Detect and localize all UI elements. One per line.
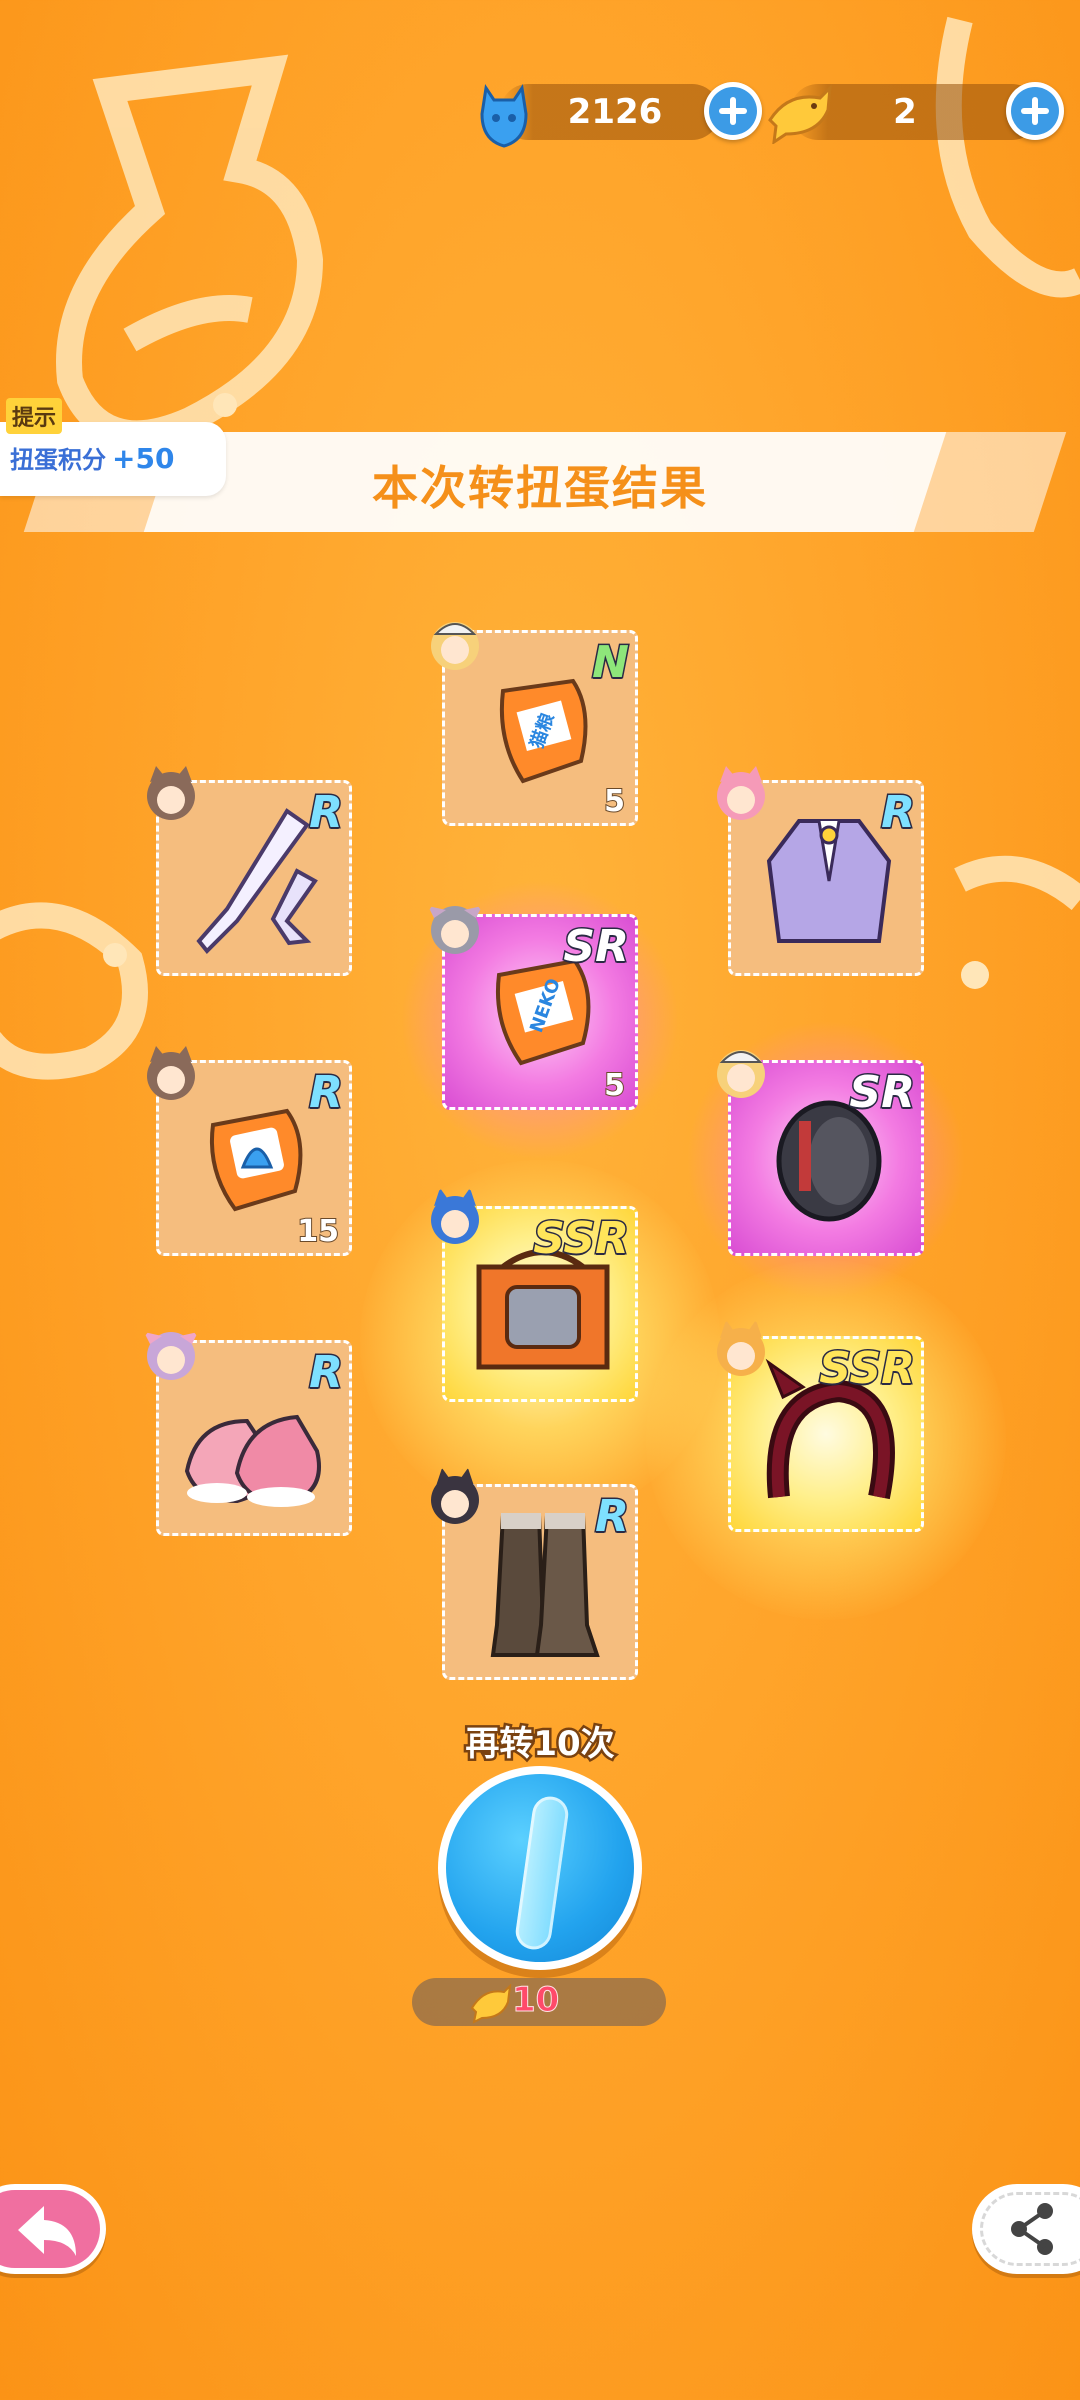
spin-button-face (446, 1774, 634, 1962)
hint-label: 扭蛋积分 (10, 446, 106, 474)
rarity-badge: R (594, 1490, 631, 1544)
rarity-badge: SSR (532, 1212, 631, 1266)
brown-hair-girl-avatar (147, 1046, 195, 1100)
golden-fish-icon (768, 84, 832, 144)
pink-hair-girl-avatar (717, 766, 765, 820)
brown-hair-girl-avatar (147, 766, 195, 820)
share-icon (1011, 2203, 1053, 2255)
blonde-cap-girl-avatar (717, 1050, 765, 1098)
rarity-badge: R (308, 1346, 345, 1400)
plus-icon (709, 87, 757, 135)
plus-icon (1011, 87, 1059, 135)
rarity-badge: R (308, 786, 345, 840)
item-quantity: 5 (603, 1067, 626, 1104)
rarity-badge: SSR (818, 1342, 917, 1396)
spin-again-button[interactable] (438, 1766, 642, 1970)
rarity-badge: SR (562, 920, 631, 974)
black-hair-girl-avatar (431, 1468, 479, 1524)
blue-cat-gem-icon (480, 83, 528, 148)
lilac-hair-girl-avatar (144, 1332, 198, 1380)
rarity-badge: N (591, 636, 631, 690)
item-quantity: 5 (603, 783, 626, 820)
golden-fish-icon (470, 1984, 512, 2024)
gacha-handle-icon (513, 1794, 571, 1952)
hint-value: +50 (112, 442, 175, 475)
rarity-badge: SR (848, 1066, 917, 1120)
cap-girl-avatar (431, 622, 479, 670)
grey-hair-girl-avatar (428, 906, 482, 954)
fish-amount: 2 (893, 92, 917, 132)
item-quantity: 15 (296, 1213, 340, 1250)
gem-amount: 2126 (567, 92, 663, 132)
add-fish-button[interactable] (1006, 82, 1064, 140)
spin-cost: 10 (511, 1980, 560, 2021)
hint-tag: 提示 (6, 398, 63, 434)
blue-hair-girl-avatar (431, 1188, 479, 1244)
hint-points: 扭蛋积分 +50 (10, 440, 174, 475)
add-gems-button[interactable] (704, 82, 762, 140)
spin-again-label: 再转10次 (463, 1722, 617, 1767)
rarity-badge: R (308, 1066, 345, 1120)
share-button[interactable] (972, 2184, 1080, 2274)
rarity-badge: R (880, 786, 917, 840)
orange-hair-girl-avatar (717, 1320, 765, 1376)
back-arrow-icon (18, 2206, 76, 2256)
back-button[interactable] (0, 2184, 106, 2274)
